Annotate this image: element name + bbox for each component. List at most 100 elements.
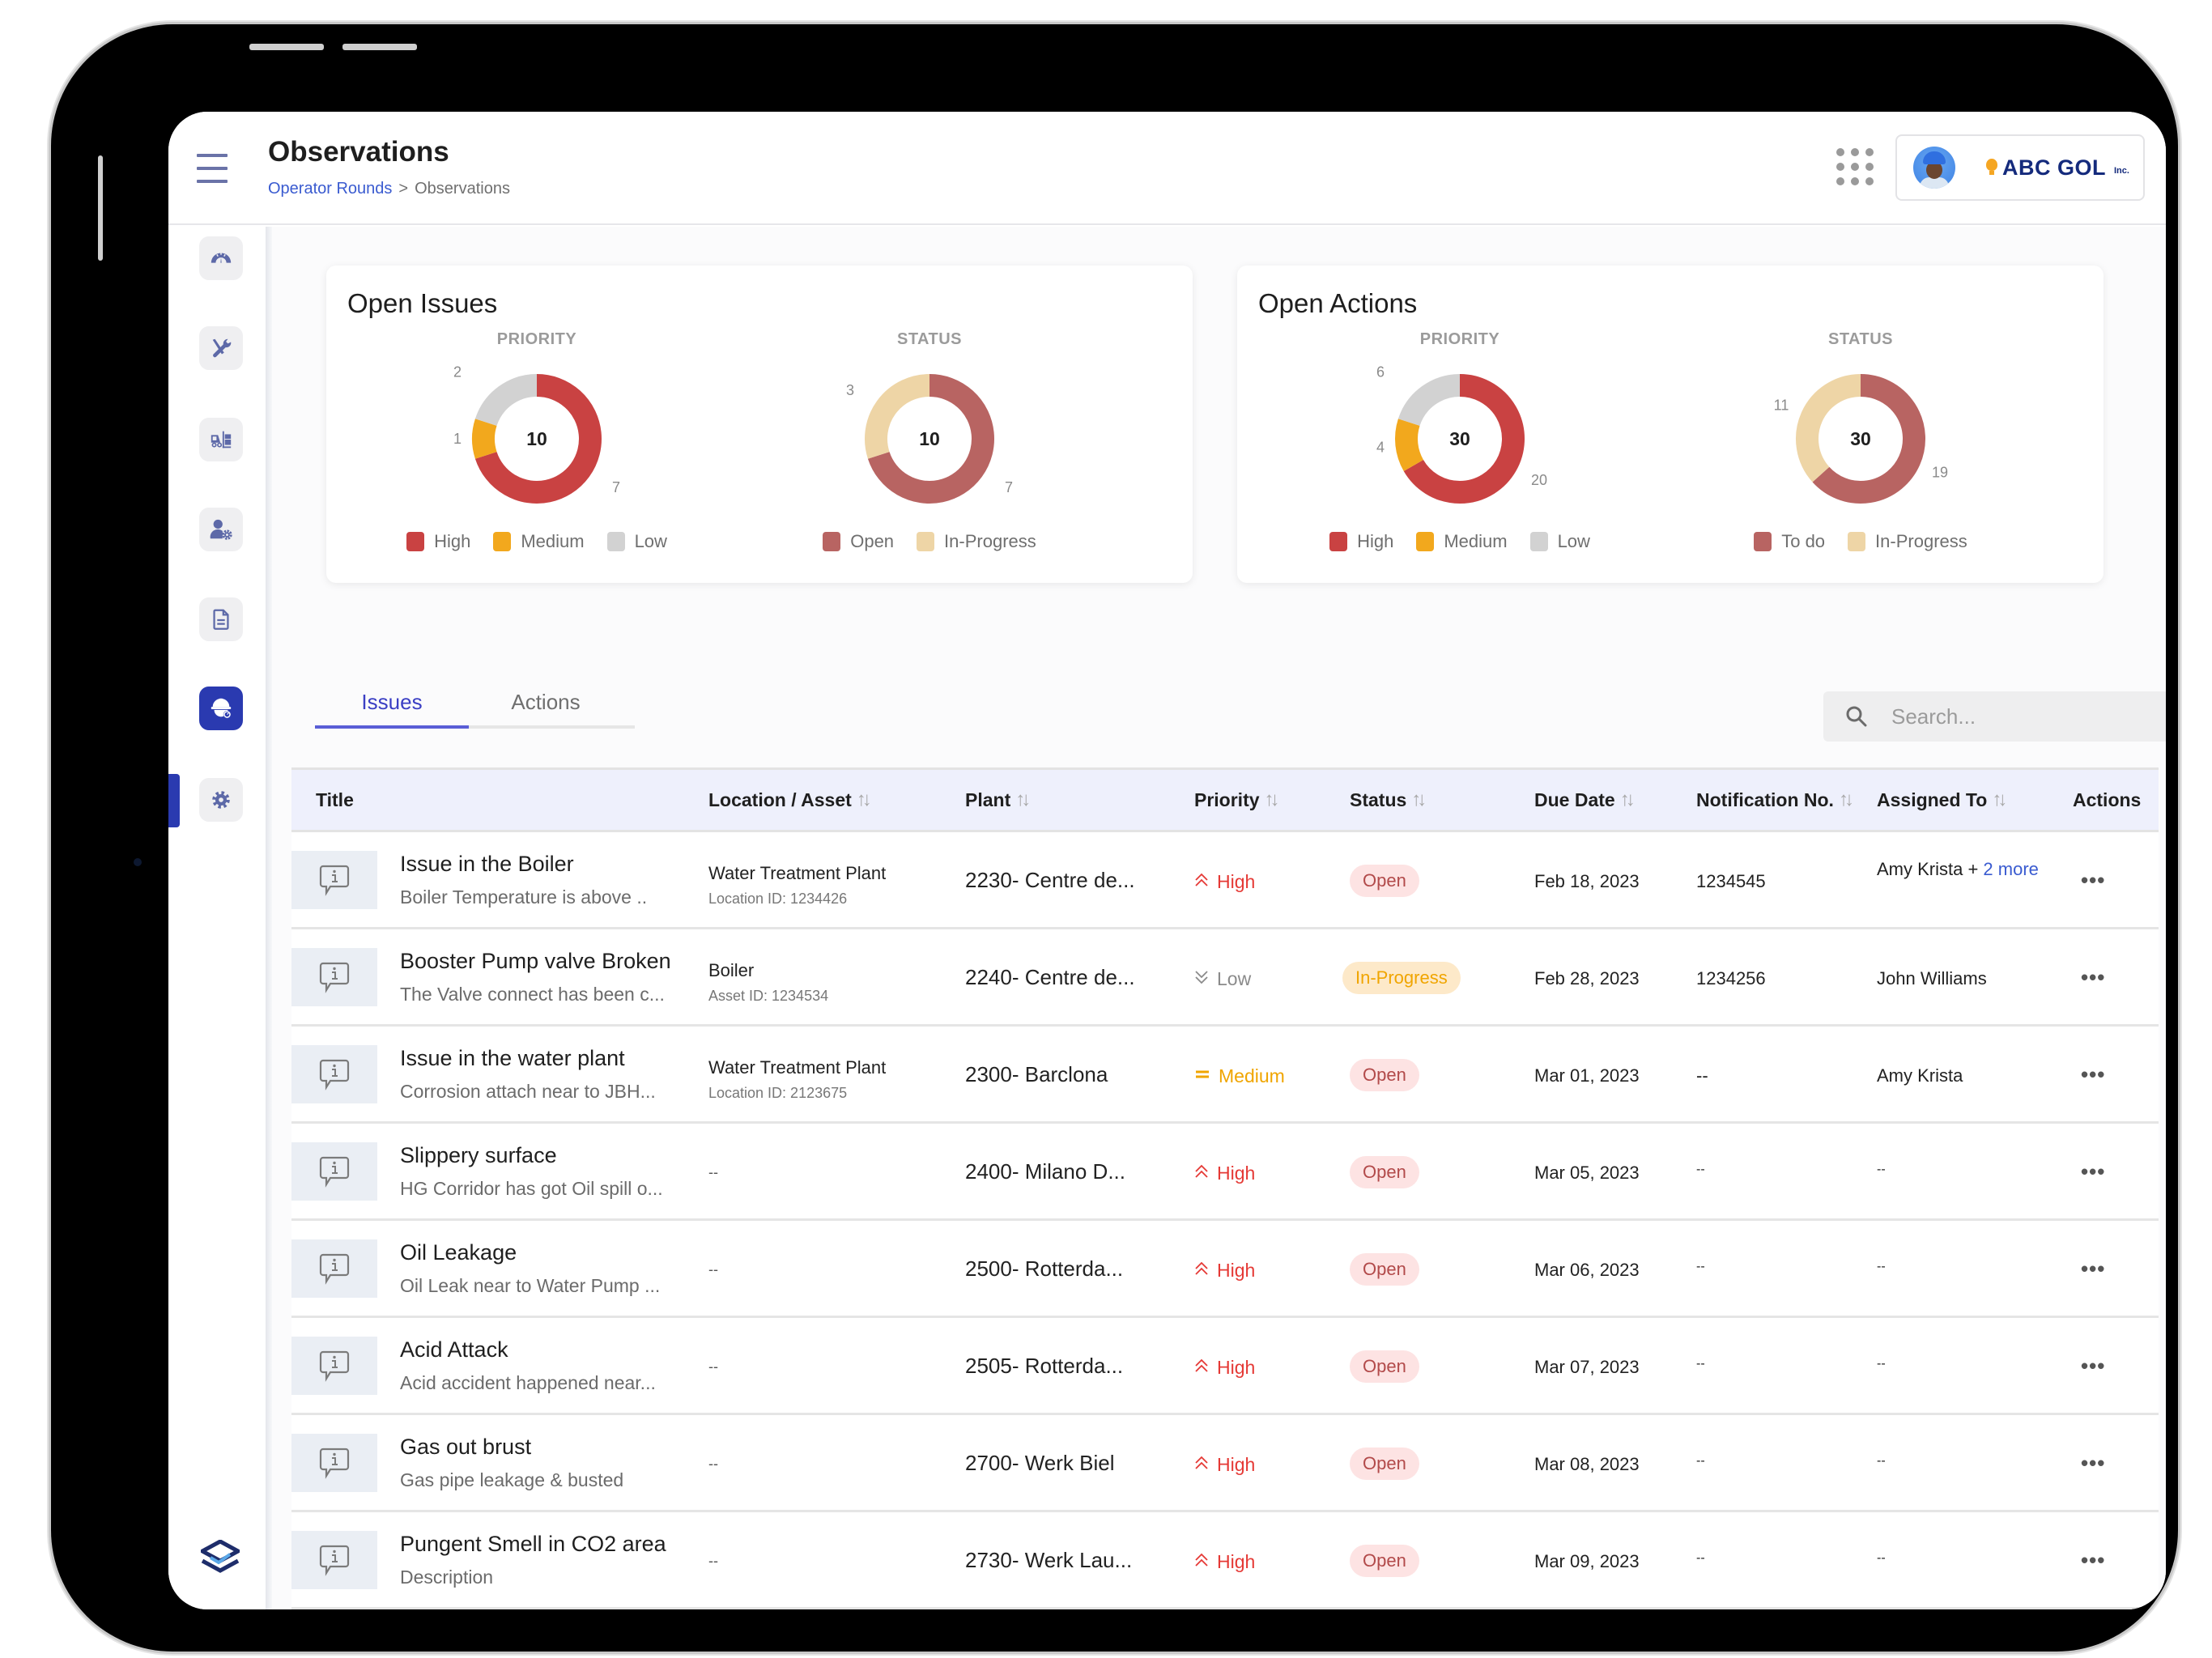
apps-grid-icon[interactable] [1836,148,1874,185]
donut-slice-medium[interactable] [1395,419,1424,471]
legend-item-in-progress[interactable]: In-Progress [917,531,1036,552]
info-speech-bubble-icon [319,1253,350,1285]
table-row[interactable]: Issue in the Boiler Boiler Temperature i… [291,832,2159,929]
breadcrumb-operator-rounds[interactable]: Operator Rounds [268,180,392,198]
donut-slice-low[interactable] [1397,374,1461,427]
row-due-date: Mar 07, 2023 [1534,1357,1640,1377]
legend-item-open[interactable]: Open [823,531,894,552]
row-title[interactable]: Oil Leakage [400,1240,517,1265]
row-title[interactable]: Slippery surface [400,1143,557,1168]
sidebar-item-user-settings[interactable] [199,508,243,551]
legend-item-in-progress[interactable]: In-Progress [1848,531,1967,552]
row-actions-menu[interactable]: ••• [2081,1451,2105,1476]
open-issues-card: Open Issues PRIORITY 7 1 2 10 High Medium Low S… [326,266,1193,583]
row-title[interactable]: Pungent Smell in CO2 area [400,1532,666,1557]
sort-icon[interactable]: ↑↓ [1015,789,1031,811]
row-description: Corrosion attach near to JBH... [400,1081,656,1102]
status-badge: Open [1350,1253,1419,1286]
volume-up-button [249,44,324,50]
company-name: ABC GOL [2002,155,2106,180]
sort-icon[interactable]: ↑↓ [1411,789,1427,811]
app-logo-icon [201,1540,240,1573]
donut-slice-medium[interactable] [472,419,497,459]
row-title[interactable]: Gas out brust [400,1435,531,1460]
tab-actions[interactable]: Actions [469,688,623,725]
sidebar-item-inventory[interactable] [199,418,243,461]
legend-label: In-Progress [944,531,1036,551]
row-plant: 2500- Rotterda... [965,1256,1124,1281]
search-input[interactable] [1891,704,2159,729]
menu-icon[interactable] [197,154,228,183]
sort-icon[interactable]: ↑↓ [1265,789,1280,811]
column-status[interactable]: Status ↑↓ [1350,789,1427,811]
priority-label: High [1217,1551,1256,1572]
row-actions-menu[interactable]: ••• [2081,1548,2105,1573]
legend-item-medium[interactable]: Medium [493,531,585,552]
table-row[interactable]: Pungent Smell in CO2 area Description --… [291,1512,2159,1609]
row-location: Water Treatment Plant [708,1057,887,1078]
assigned-more-link[interactable]: 2 more [1983,859,2038,879]
legend-item-low[interactable]: Low [1529,531,1590,552]
column-due-date[interactable]: Due Date ↑↓ [1534,789,1636,811]
row-title[interactable]: Booster Pump valve Broken [400,949,671,974]
column-title: Title [316,789,354,810]
legend-item-low[interactable]: Low [606,531,667,552]
row-title[interactable]: Acid Attack [400,1337,508,1363]
sidebar-item-maintenance[interactable] [199,326,243,370]
legend-swatch [823,532,841,551]
sort-icon[interactable]: ↑↓ [1839,789,1854,811]
row-actions-menu[interactable]: ••• [2081,965,2105,990]
column-assigned-to[interactable]: Assigned To ↑↓ [1877,789,2007,811]
row-actions-menu[interactable]: ••• [2081,868,2105,893]
legend-item-medium[interactable]: Medium [1416,531,1508,552]
row-priority: High [1194,1551,1255,1573]
observation-type-icon [291,948,377,1006]
donut-slice-low[interactable] [474,374,538,427]
row-plant: 2230- Centre de... [965,868,1135,892]
data-label: 7 [1005,479,1013,495]
table-row[interactable]: Oil Leakage Oil Leak near to Water Pump … [291,1221,2159,1318]
observation-type-icon [291,1531,377,1589]
row-title[interactable]: Issue in the water plant [400,1046,625,1071]
donut-total: 30 [1449,428,1470,449]
table-row[interactable]: Issue in the water plant Corrosion attac… [291,1027,2159,1124]
front-camera [134,858,142,866]
row-actions-menu[interactable]: ••• [2081,1354,2105,1379]
sort-icon[interactable]: ↑↓ [857,789,872,811]
row-actions-menu[interactable]: ••• [2081,1062,2105,1087]
donut-chart: 7 1 2 10 [453,363,620,504]
sidebar-item-dashboard[interactable] [199,236,243,280]
card-title: Open Actions [1258,288,1418,318]
column-plant[interactable]: Plant ↑↓ [965,789,1031,811]
table-row[interactable]: Slippery surface HG Corridor has got Oil… [291,1124,2159,1221]
search-bar [1823,691,2166,742]
tab-issues[interactable]: Issues [315,688,469,729]
sidebar-item-observations[interactable] [199,687,243,730]
avatar[interactable] [1913,147,1955,189]
row-actions-menu[interactable]: ••• [2081,1159,2105,1184]
legend-item-to-do[interactable]: To do [1754,531,1825,552]
row-actions-menu[interactable]: ••• [2081,1256,2105,1282]
company-suffix: Inc. [2114,166,2129,176]
sort-icon[interactable]: ↑↓ [1992,789,2007,811]
legend-item-high[interactable]: High [406,531,470,552]
observation-type-icon [291,1239,377,1298]
table-row[interactable]: Booster Pump valve Broken The Valve conn… [291,929,2159,1027]
sidebar-item-documents[interactable] [199,597,243,641]
column-priority[interactable]: Priority ↑↓ [1194,789,1280,811]
table-row[interactable]: Gas out brust Gas pipe leakage & busted … [291,1415,2159,1512]
status-badge: In-Progress [1342,962,1461,994]
table-row[interactable]: Acid Attack Acid accident happened near.… [291,1318,2159,1415]
legend-item-high[interactable]: High [1329,531,1393,552]
sidebar-item-settings[interactable] [199,778,243,822]
data-label: 3 [846,382,854,398]
speedometer-icon [211,252,232,263]
account-brand-panel[interactable]: ABC GOL Inc. [1895,134,2145,201]
table-header: Title Location / Asset ↑↓ Plant ↑↓ Priorit… [291,767,2159,832]
row-plant: 2400- Milano D... [965,1159,1125,1184]
chart-legend: To do In-Progress [1674,531,2047,552]
column-notification-no[interactable]: Notification No. ↑↓ [1696,789,1854,811]
row-title[interactable]: Issue in the Boiler [400,852,574,877]
column-location-asset[interactable]: Location / Asset ↑↓ [708,789,872,811]
sort-icon[interactable]: ↑↓ [1620,789,1636,811]
